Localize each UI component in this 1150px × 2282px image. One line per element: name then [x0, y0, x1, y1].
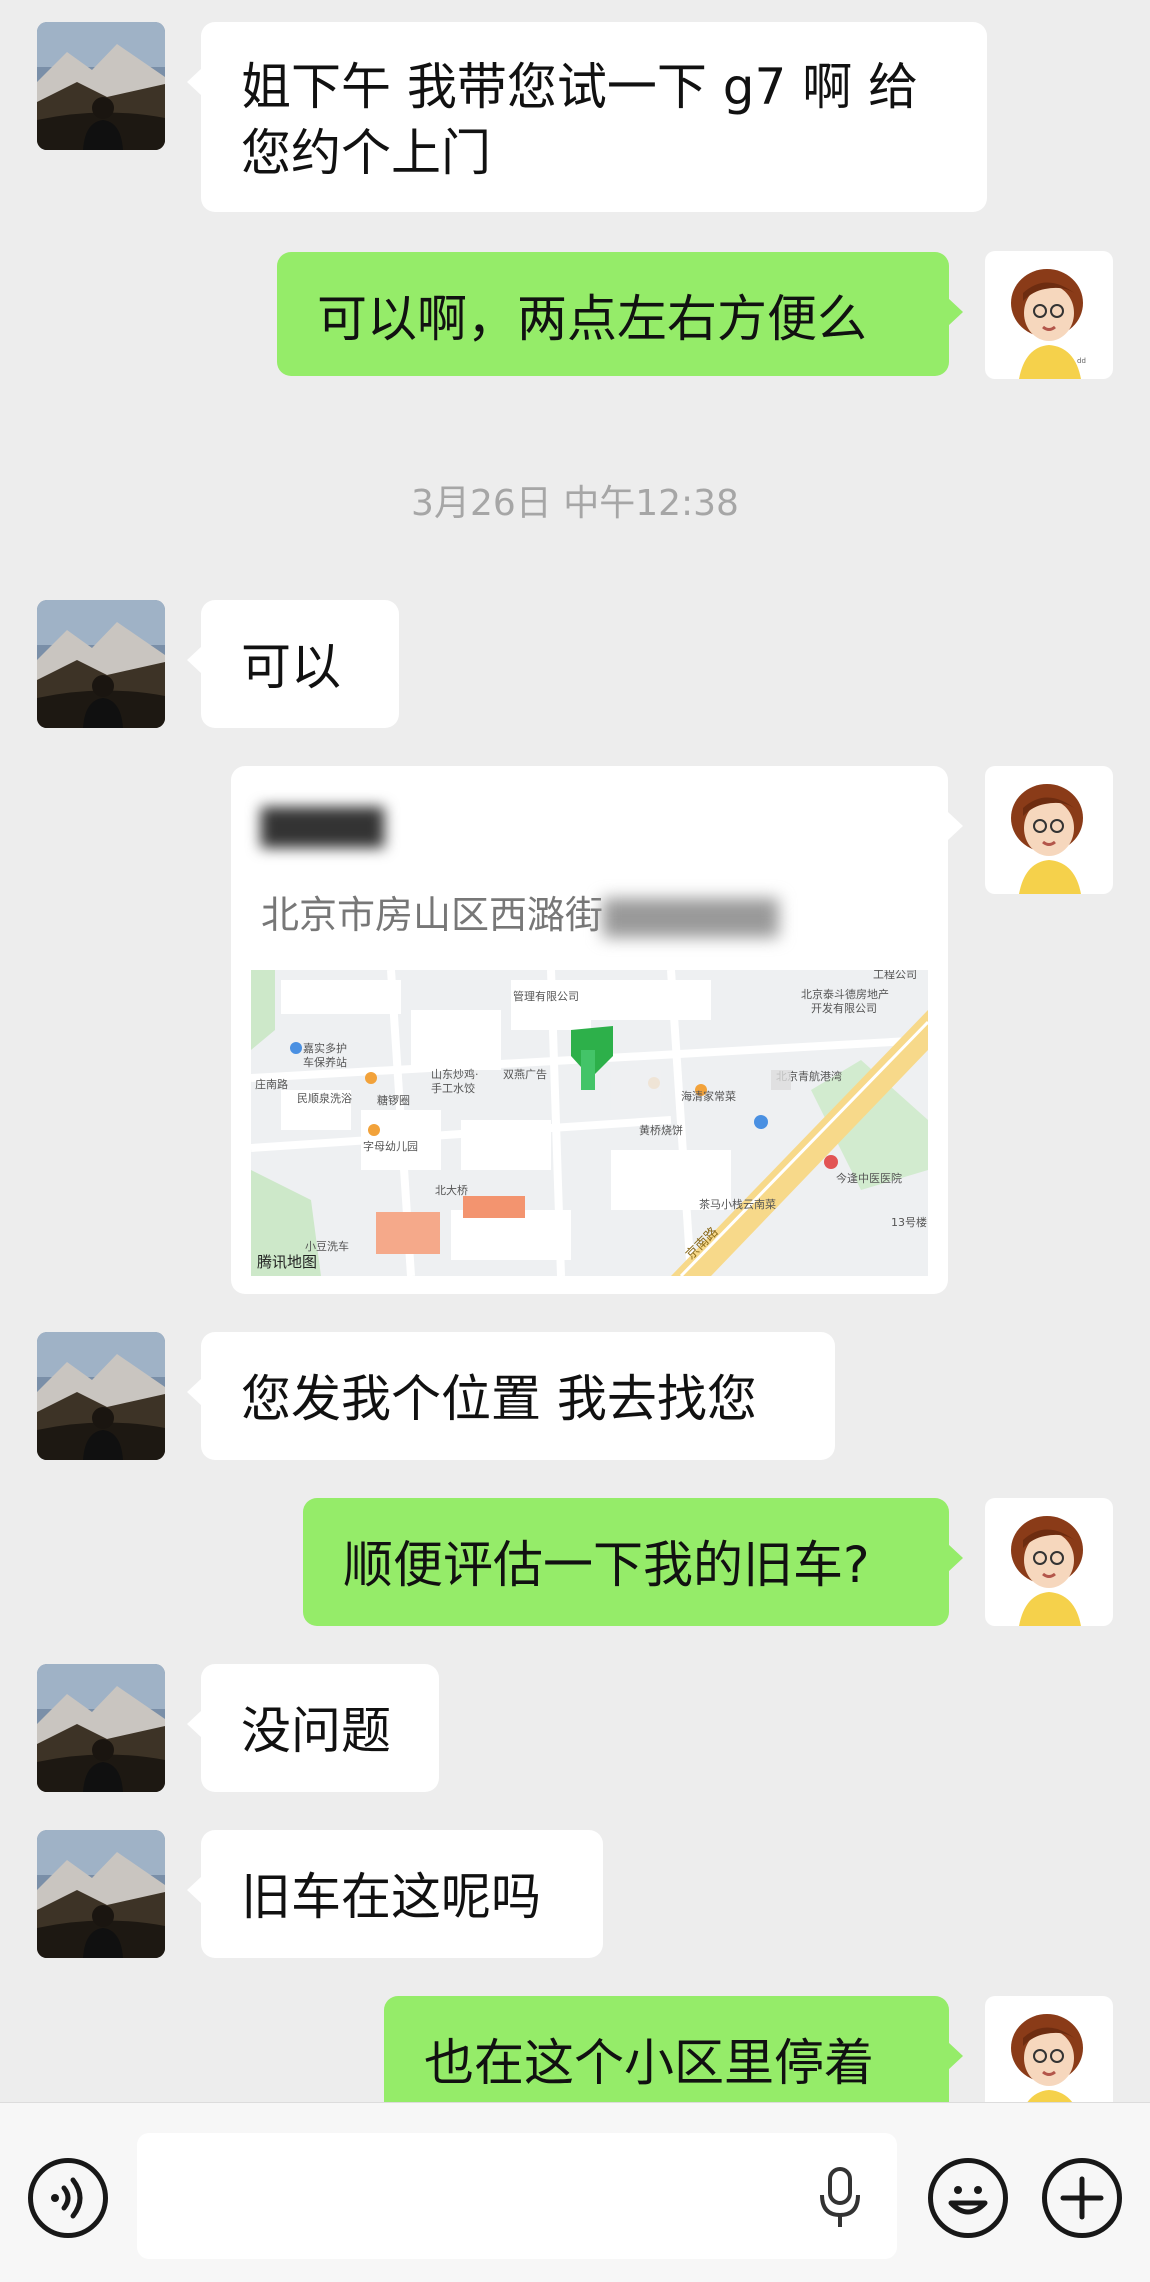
svg-text:山东炒鸡·: 山东炒鸡·	[431, 1067, 479, 1081]
location-address-hidden: ▇▇▇▇▇▇	[603, 893, 779, 937]
contact-avatar[interactable]	[37, 1830, 165, 1958]
message-bubble-incoming[interactable]: 可以	[187, 600, 399, 728]
map-label: 民顺泉洗浴	[297, 1091, 352, 1105]
my-avatar[interactable]	[985, 1996, 1113, 2102]
contact-avatar[interactable]	[37, 1332, 165, 1460]
map-label: 双燕广告	[503, 1068, 547, 1081]
map-label: 北大桥	[435, 1183, 468, 1197]
message-bubble-outgoing[interactable]: 顺便评估一下我的旧车?	[303, 1498, 963, 1626]
voice-icon	[51, 2177, 83, 2219]
location-card[interactable]: ▇▇▇▇ 北京市房山区西潞街▇▇▇▇▇▇ 管理有限公司 嘉实多护 车保养站 庄南…	[231, 766, 948, 1294]
message-bubble-incoming[interactable]: 姐下午 我带您试一下 g7 啊 给 您约个上门	[187, 22, 987, 212]
message-bubble-incoming[interactable]: 旧车在这呢吗	[187, 1830, 603, 1958]
map-brand-logo: 腾讯地图	[257, 1253, 318, 1271]
bubble-tail	[948, 812, 963, 840]
voice-mode-button[interactable]	[28, 2158, 108, 2238]
message-text: 没问题	[241, 1702, 391, 1760]
svg-text:手工水饺: 手工水饺	[431, 1081, 475, 1095]
map-label: 庄南路	[255, 1077, 288, 1091]
contact-avatar[interactable]	[37, 600, 165, 728]
message-text: 可以	[241, 638, 341, 696]
my-avatar[interactable]: dd	[985, 251, 1113, 379]
emoji-icon	[948, 2186, 988, 2215]
message-input[interactable]	[137, 2133, 897, 2259]
chat-area[interactable]: 姐下午 我带您试一下 g7 啊 给 您约个上门 可以啊，两点左右方便么 dd 3…	[0, 0, 1150, 2102]
map-label: 管理有限公司	[513, 989, 579, 1003]
svg-text:开发有限公司: 开发有限公司	[811, 1001, 877, 1015]
map-label: 工程公司	[873, 970, 917, 981]
emoji-button[interactable]	[928, 2158, 1008, 2238]
contact-avatar[interactable]	[37, 1664, 165, 1792]
location-address-text: 北京市房山区西潞街	[261, 893, 604, 937]
location-map[interactable]: 管理有限公司 嘉实多护 车保养站 庄南路 民顺泉洗浴 山东炒鸡· 手工水饺 双燕…	[251, 970, 928, 1276]
message-text: 可以啊，两点左右方便么	[317, 290, 867, 348]
svg-text:dd: dd	[1077, 357, 1086, 365]
message-text: 也在这个小区里停着	[424, 2034, 874, 2092]
location-name: ▇▇▇▇	[261, 802, 385, 848]
timestamp: 3月26日 中午12:38	[411, 483, 739, 524]
message-text: 姐下午 我带您试一下 g7 啊 给	[241, 58, 919, 116]
message-bubble-outgoing[interactable]: 也在这个小区里停着	[384, 1996, 963, 2102]
map-label: 字母幼儿园	[363, 1139, 418, 1153]
message-bubble-incoming[interactable]: 您发我个位置 我去找您	[187, 1332, 835, 1460]
input-bar	[0, 2102, 1150, 2282]
microphone-icon[interactable]	[812, 2163, 868, 2233]
plus-icon	[1060, 2176, 1104, 2220]
message-bubble-incoming[interactable]: 没问题	[187, 1664, 439, 1792]
message-text: 您约个上门	[241, 124, 491, 182]
svg-text:车保养站: 车保养站	[303, 1055, 347, 1069]
my-avatar[interactable]	[985, 766, 1113, 894]
my-avatar[interactable]	[985, 1498, 1113, 1626]
map-label: 13号楼	[891, 1215, 927, 1229]
message-bubble-outgoing[interactable]: 可以啊，两点左右方便么	[277, 252, 963, 376]
svg-text:北京泰斗德房地产: 北京泰斗德房地产	[801, 987, 889, 1001]
message-text: 您发我个位置 我去找您	[241, 1370, 757, 1428]
map-label: 茶马小栈云南菜	[699, 1197, 776, 1211]
map-label: 海清家常菜	[681, 1089, 736, 1103]
svg-text:嘉实多护: 嘉实多护	[303, 1041, 347, 1055]
more-actions-button[interactable]	[1042, 2158, 1122, 2238]
message-text: 旧车在这呢吗	[241, 1868, 541, 1926]
map-label: 今逢中医医院	[836, 1171, 902, 1185]
map-label: 黄桥烧饼	[639, 1123, 683, 1137]
contact-avatar[interactable]	[37, 22, 165, 150]
message-text: 顺便评估一下我的旧车?	[343, 1536, 870, 1594]
location-address: 北京市房山区西潞街▇▇▇▇▇▇	[261, 884, 778, 939]
map-label: 糖锣圈	[377, 1093, 410, 1107]
